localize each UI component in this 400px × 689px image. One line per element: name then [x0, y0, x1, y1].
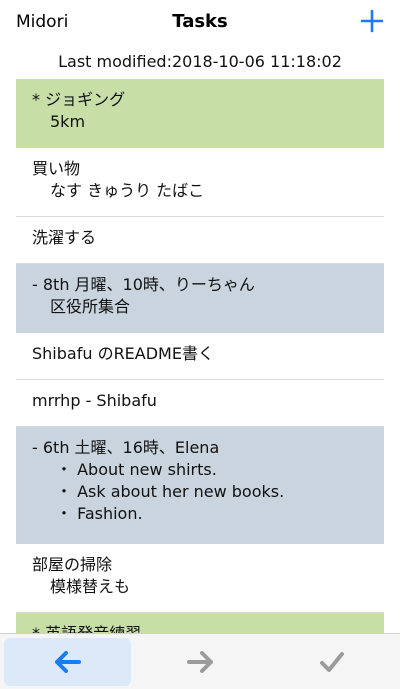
task-title: - 8th 月曜、10時、りーちゃん — [32, 275, 255, 294]
task-title: * 英語発音練習 — [32, 623, 368, 633]
task-item-jogging[interactable]: * ジョギング 5km — [16, 79, 384, 148]
task-item-laundry[interactable]: 洗濯する — [16, 217, 384, 264]
task-detail: 模様替えも — [50, 577, 131, 596]
task-detail: 区役所集合 — [50, 297, 131, 316]
done-button[interactable] — [268, 638, 396, 686]
arrow-left-icon — [54, 651, 81, 673]
page-title: Tasks — [172, 11, 228, 32]
task-detail: 5km — [50, 112, 86, 131]
navigation-bar: Midori Tasks — [0, 0, 400, 44]
task-item-ward-office[interactable]: - 8th 月曜、10時、りーちゃん 区役所集合 — [16, 264, 384, 333]
task-item-mrrhp[interactable]: mrrhp - Shibafu — [16, 380, 384, 427]
task-item-elena[interactable]: - 6th 土曜、16時、Elena ・ About new shirts. ・… — [16, 427, 384, 544]
arrow-right-icon — [186, 651, 213, 673]
task-title: * ジョギング — [32, 90, 126, 109]
task-list[interactable]: * ジョギング 5km 買い物 なす きゅうり たばこ 洗濯する - 8th 月… — [16, 79, 384, 633]
task-item-shopping[interactable]: 買い物 なす きゅうり たばこ — [16, 148, 384, 217]
task-title: mrrhp - Shibafu — [32, 391, 157, 410]
task-detail: ・ Ask about her new books. — [56, 482, 285, 501]
task-item-readme[interactable]: Shibafu のREADME書く — [16, 333, 384, 380]
task-title: 洗濯する — [32, 228, 97, 247]
task-detail: なす きゅうり たばこ — [50, 181, 205, 200]
task-item-cleaning[interactable]: 部屋の掃除 模様替えも — [16, 544, 384, 613]
task-title: Shibafu のREADME書く — [32, 344, 214, 363]
add-task-button[interactable] — [358, 6, 386, 36]
task-title: 部屋の掃除 — [32, 555, 113, 574]
plus-icon — [360, 9, 384, 33]
forward-button[interactable] — [136, 638, 263, 686]
back-button[interactable] — [4, 638, 131, 686]
checkmark-icon — [320, 652, 344, 672]
task-item-english[interactable]: * 英語発音練習 — [16, 613, 384, 633]
task-title: - 6th 土曜、16時、Elena — [32, 438, 220, 457]
task-title: 買い物 — [32, 159, 81, 178]
task-detail: ・ Fashion. — [56, 504, 143, 523]
last-modified-label: Last modified:2018-10-06 11:18:02 — [58, 52, 342, 71]
task-detail: ・ About new shirts. — [56, 460, 217, 479]
bottom-toolbar — [0, 633, 400, 689]
